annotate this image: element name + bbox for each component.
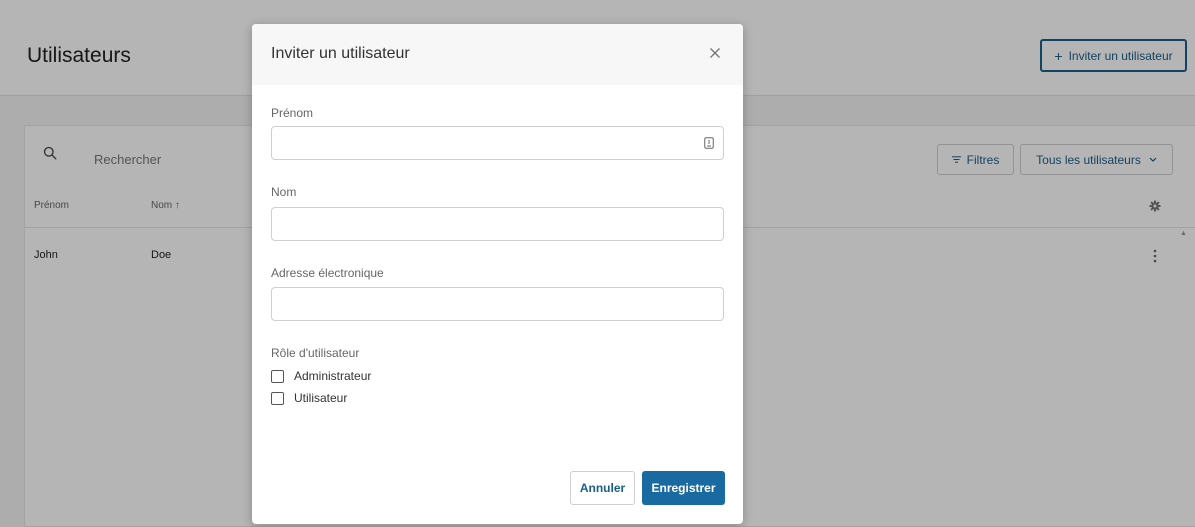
save-button[interactable]: Enregistrer bbox=[642, 471, 725, 505]
email-field[interactable] bbox=[271, 287, 724, 321]
invite-user-dialog: Inviter un utilisateur Prénom Nom Adress… bbox=[252, 24, 743, 524]
last-name-label: Nom bbox=[271, 185, 297, 199]
dialog-title: Inviter un utilisateur bbox=[271, 45, 410, 62]
first-name-field[interactable] bbox=[271, 126, 724, 160]
cancel-button[interactable]: Annuler bbox=[570, 471, 635, 505]
role-option-utilisateur[interactable]: Utilisateur bbox=[271, 391, 347, 405]
autofill-icon[interactable] bbox=[704, 137, 714, 149]
administrateur-checkbox[interactable] bbox=[271, 369, 284, 383]
utilisateur-checkbox[interactable] bbox=[271, 391, 284, 405]
email-label: Adresse électronique bbox=[271, 266, 384, 280]
administrateur-label: Administrateur bbox=[294, 369, 372, 383]
utilisateur-label: Utilisateur bbox=[294, 391, 348, 405]
first-name-label: Prénom bbox=[271, 106, 314, 120]
close-icon[interactable] bbox=[709, 47, 721, 59]
role-label: Rôle d'utilisateur bbox=[271, 346, 360, 360]
dialog-header: Inviter un utilisateur bbox=[252, 24, 743, 85]
role-option-administrateur[interactable]: Administrateur bbox=[271, 369, 371, 383]
last-name-field[interactable] bbox=[271, 207, 724, 241]
